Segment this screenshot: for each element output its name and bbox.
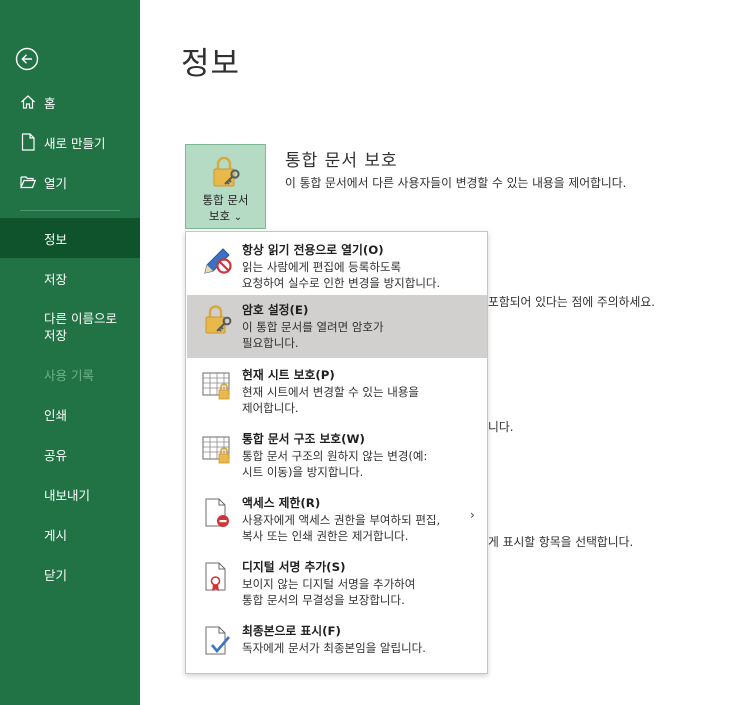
nav-info-label: 정보	[44, 231, 68, 247]
chevron-down-icon: ⌄	[233, 212, 243, 223]
pencil-no-icon	[201, 243, 235, 277]
menu-item-protect-structure[interactable]: 통합 문서 구조 보호(W) 통합 문서 구조의 원하지 않는 변경(예: 시트…	[187, 424, 487, 487]
nav-new-label: 새로 만들기	[44, 135, 106, 151]
document-restrict-icon	[201, 496, 235, 530]
new-document-icon	[20, 133, 36, 151]
menu-item-restrict-access[interactable]: 액세스 제한(R) 사용자에게 액세스 권한을 부여하되 편집, 복사 또는 인…	[187, 488, 487, 551]
nav-close[interactable]: 닫기	[0, 554, 140, 594]
menu-item-description: 사용자에게 액세스 권한을 부여하되 편집, 복사 또는 인쇄 권한은 제거합니…	[242, 513, 441, 543]
menu-item-encrypt-password[interactable]: 암호 설정(E) 이 통합 문서를 열려면 암호가 필요합니다.	[187, 295, 487, 358]
menu-item-title: 최종본으로 표시(F)	[242, 624, 341, 638]
menu-item-description: 읽는 사람에게 편집에 등록하도록 요청하여 실수로 인한 변경을 방지합니다.	[242, 260, 441, 290]
menu-item-description: 현재 시트에서 변경할 수 있는 내용을 제어합니다.	[242, 385, 419, 415]
nav-share-label: 공유	[44, 447, 68, 463]
nav-history-label: 사용 기록	[44, 367, 94, 383]
menu-item-title: 통합 문서 구조 보호(W)	[242, 432, 365, 446]
nav-save-as[interactable]: 다른 이름으로 저장	[0, 304, 140, 350]
nav-publish[interactable]: 게시	[0, 514, 140, 554]
nav-publish-label: 게시	[44, 527, 68, 543]
nav-export-label: 내보내기	[44, 487, 91, 503]
nav-open-label: 열기	[44, 175, 68, 191]
protect-section-heading: 통합 문서 보호	[285, 151, 398, 171]
nav-new[interactable]: 새로 만들기	[0, 122, 140, 162]
nav-history: 사용 기록	[0, 354, 140, 394]
home-icon	[20, 93, 36, 111]
backstage-sidebar: 홈 새로 만들기 열기 정보 저장 다른 이름으로 저장 사용 기록 인쇄 공유…	[0, 0, 140, 705]
menu-item-digital-signature[interactable]: 디지털 서명 추가(S) 보이지 않는 디지털 서명을 추가하여 통합 문서의 …	[187, 552, 487, 615]
menu-item-always-read-only[interactable]: 항상 읽기 전용으로 열기(O) 읽는 사람에게 편집에 등록하도록 요청하여 …	[187, 235, 487, 295]
nav-save-as-label: 다른 이름으로 저장	[44, 311, 117, 343]
workbook-lock-icon	[201, 432, 235, 466]
lock-key-icon	[201, 303, 235, 337]
nav-export[interactable]: 내보내기	[0, 474, 140, 514]
menu-item-title: 항상 읽기 전용으로 열기(O)	[242, 243, 384, 257]
document-ribbon-icon	[201, 560, 235, 594]
menu-item-title: 현재 시트 보호(P)	[242, 368, 335, 382]
nav-share[interactable]: 공유	[0, 434, 140, 474]
nav-print-label: 인쇄	[44, 407, 68, 423]
background-text: 게 표시할 항목을 선택합니다.	[488, 535, 634, 549]
menu-item-mark-as-final[interactable]: 최종본으로 표시(F) 독자에게 문서가 최종본임을 알립니다.	[187, 616, 487, 672]
submenu-arrow-icon: ›	[470, 508, 475, 522]
menu-item-title: 디지털 서명 추가(S)	[242, 560, 346, 574]
back-arrow-icon[interactable]	[15, 47, 39, 71]
nav-close-label: 닫기	[44, 567, 68, 583]
background-text: 니다.	[488, 420, 514, 434]
sheet-lock-icon	[201, 368, 235, 402]
menu-item-description: 통합 문서 구조의 원하지 않는 변경(예: 시트 이동)을 방지합니다.	[242, 449, 428, 479]
protect-section-description: 이 통합 문서에서 다른 사용자들이 변경할 수 있는 내용을 제어합니다.	[285, 176, 627, 190]
menu-item-description: 이 통합 문서를 열려면 암호가 필요합니다.	[242, 320, 384, 350]
nav-info[interactable]: 정보	[0, 218, 140, 258]
sidebar-divider	[20, 210, 120, 211]
background-text: 포함되어 있다는 점에 주의하세요.	[488, 295, 655, 309]
page-title: 정보	[181, 46, 241, 82]
open-folder-icon	[20, 173, 36, 191]
menu-item-title: 암호 설정(E)	[242, 303, 309, 317]
nav-open[interactable]: 열기	[0, 162, 140, 202]
protect-workbook-button[interactable]: 통합 문서 보호 ⌄	[185, 144, 266, 229]
protect-workbook-menu: 항상 읽기 전용으로 열기(O) 읽는 사람에게 편집에 등록하도록 요청하여 …	[185, 231, 488, 674]
nav-save-label: 저장	[44, 271, 68, 287]
document-check-icon	[201, 624, 235, 658]
nav-save[interactable]: 저장	[0, 258, 140, 298]
nav-home-label: 홈	[44, 95, 56, 111]
menu-item-description: 보이지 않는 디지털 서명을 추가하여 통합 문서의 무결성을 보장합니다.	[242, 577, 416, 607]
lock-key-icon	[208, 154, 244, 190]
menu-item-protect-sheet[interactable]: 현재 시트 보호(P) 현재 시트에서 변경할 수 있는 내용을 제어합니다.	[187, 360, 487, 423]
menu-item-title: 액세스 제한(R)	[242, 496, 321, 510]
nav-print[interactable]: 인쇄	[0, 394, 140, 434]
menu-item-description: 독자에게 문서가 최종본임을 알립니다.	[242, 641, 426, 655]
nav-home[interactable]: 홈	[0, 82, 140, 122]
